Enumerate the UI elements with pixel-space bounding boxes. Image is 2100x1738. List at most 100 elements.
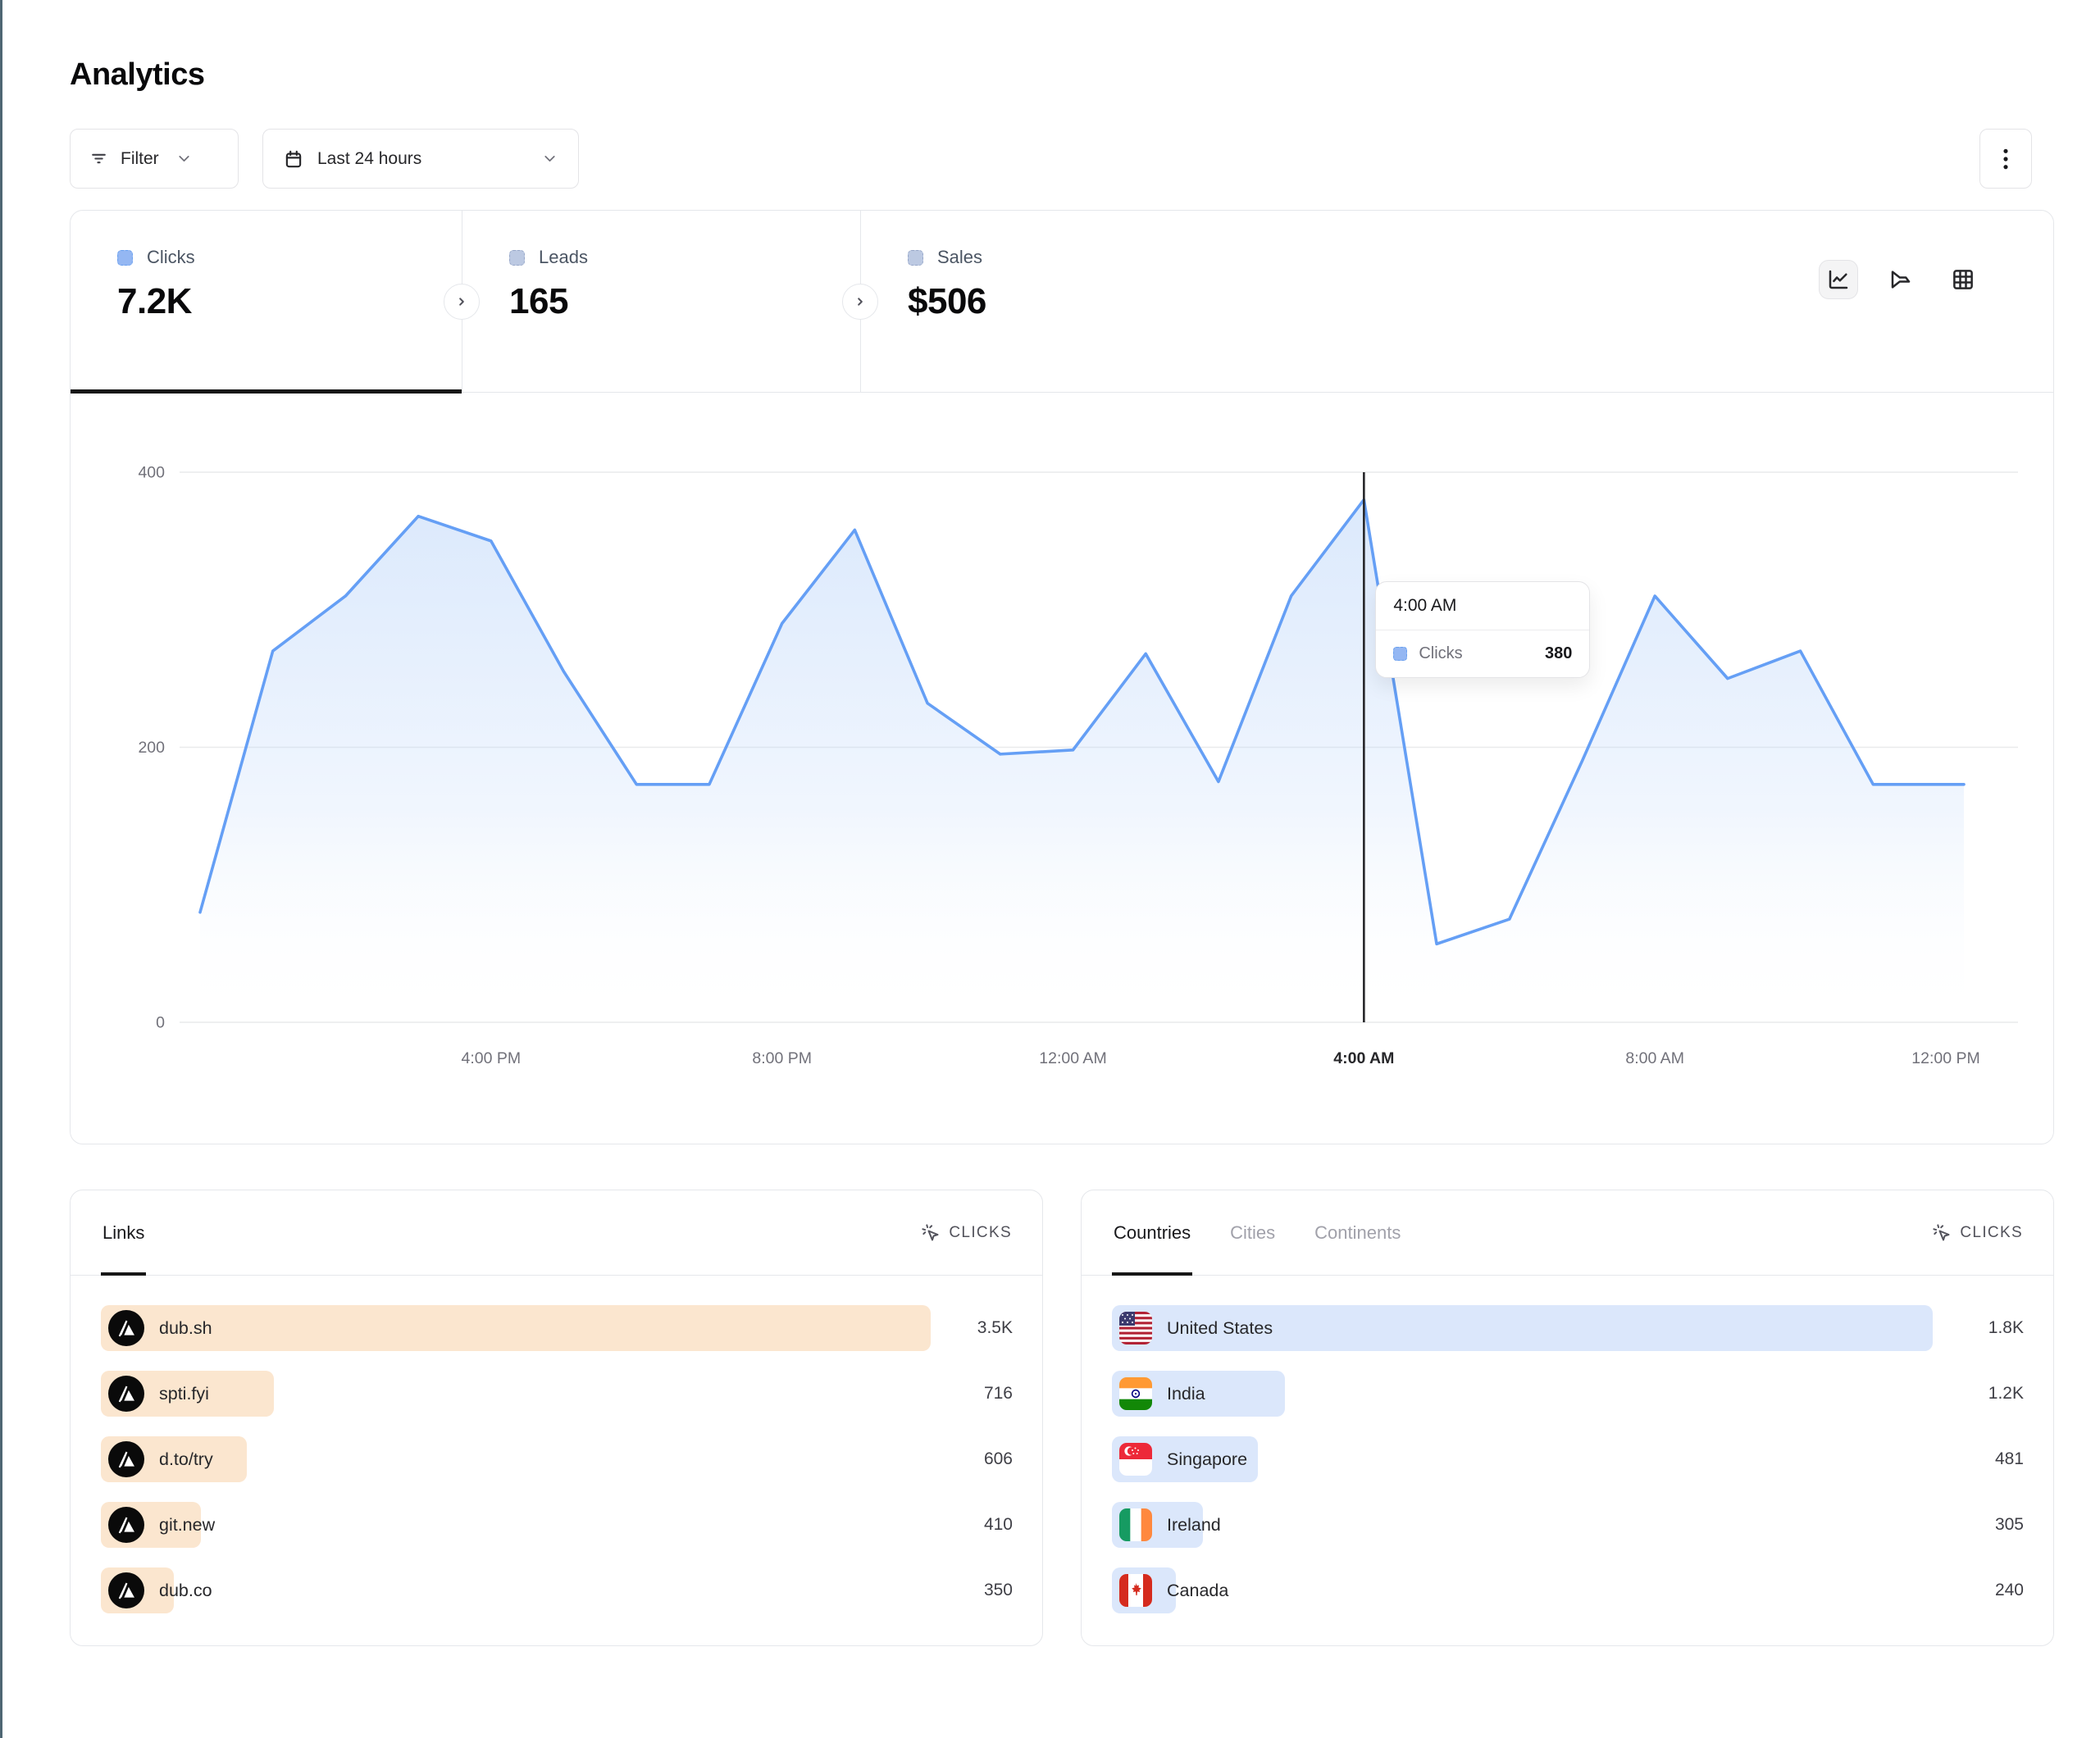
svg-text:4:00 AM: 4:00 AM [1333, 1049, 1394, 1067]
row-label: d.to/try [159, 1449, 213, 1470]
links-metric-header[interactable]: CLICKS [921, 1190, 1012, 1275]
leads-legend-swatch [509, 250, 525, 266]
svg-text:200: 200 [138, 739, 165, 757]
tab-sales[interactable]: Sales $506 [860, 211, 2053, 392]
country-row[interactable]: Singapore481 [1112, 1436, 2024, 1482]
window-edge-strip [0, 0, 2, 1738]
funnel-chart-icon [1888, 267, 1913, 292]
link-row[interactable]: dub.sh3.5K [101, 1305, 1013, 1351]
sales-legend-swatch [908, 250, 923, 266]
kebab-menu-icon [1995, 147, 2016, 171]
flag-us-icon [1119, 1312, 1152, 1344]
chart-tooltip: 4:00 AM Clicks 380 [1375, 581, 1590, 678]
countries-metric-header[interactable]: CLICKS [1932, 1190, 2023, 1275]
table-view-button[interactable] [1943, 260, 1983, 299]
row-count: 350 [984, 1581, 1013, 1600]
tab-links[interactable]: Links [101, 1190, 146, 1275]
links-list: dub.sh3.5K spti.fyi 716 d.to/try 606 git.new4… [71, 1276, 1042, 1613]
flag-ca-icon [1119, 1574, 1152, 1607]
dub-logo-icon [108, 1376, 144, 1412]
analytics-card: Clicks 7.2K Leads 165 Sales $506 [70, 210, 2054, 1144]
stat-label-sales: Sales [937, 247, 982, 268]
countries-list: United States1.8K India 1.2K Singapore481 Ir… [1082, 1276, 2053, 1613]
row-label: Singapore [1167, 1449, 1247, 1470]
svg-text:8:00 PM: 8:00 PM [752, 1049, 812, 1067]
countries-panel: Countries Cities Continents CLICKS Unite… [1081, 1190, 2054, 1646]
country-row[interactable]: India 1.2K [1112, 1371, 2024, 1417]
tab-continents[interactable]: Continents [1313, 1190, 1402, 1275]
flag-ie-icon [1119, 1508, 1152, 1541]
dub-logo-icon [108, 1441, 144, 1477]
tab-cities[interactable]: Cities [1228, 1190, 1277, 1275]
link-row[interactable]: spti.fyi 716 [101, 1371, 1013, 1417]
svg-text:8:00 AM: 8:00 AM [1625, 1049, 1684, 1067]
svg-text:4:00 PM: 4:00 PM [462, 1049, 522, 1067]
chevron-down-icon [541, 150, 558, 167]
analytics-page: Analytics Filter Last 24 hours [70, 0, 2054, 1646]
dub-logo-icon [108, 1310, 144, 1346]
stat-label-leads: Leads [539, 247, 588, 268]
links-metric-label: CLICKS [949, 1224, 1012, 1242]
tooltip-series-value: 380 [1545, 644, 1572, 663]
svg-text:0: 0 [156, 1014, 165, 1032]
link-row[interactable]: d.to/try 606 [101, 1436, 1013, 1482]
countries-panel-header: Countries Cities Continents CLICKS [1082, 1190, 2053, 1276]
links-panel-header: Links CLICKS [71, 1190, 1042, 1276]
tooltip-series-label: Clicks [1419, 644, 1462, 663]
line-chart-view-button[interactable] [1819, 260, 1858, 299]
flag-in-icon [1119, 1377, 1152, 1410]
tab-countries[interactable]: Countries [1112, 1190, 1192, 1275]
links-panel: Links CLICKS dub.sh3.5K spti.fyi 716 d.to/t… [70, 1190, 1043, 1646]
row-count: 1.2K [1988, 1384, 2024, 1404]
stat-value-clicks: 7.2K [117, 281, 462, 322]
stat-value-leads: 165 [509, 281, 860, 322]
country-row[interactable]: Ireland305 [1112, 1502, 2024, 1548]
cursor-click-icon [1932, 1223, 1952, 1243]
link-row[interactable]: git.new410 [101, 1502, 1013, 1548]
row-label: git.new [159, 1515, 215, 1536]
tooltip-time: 4:00 AM [1376, 582, 1589, 630]
line-chart-icon [1826, 267, 1851, 292]
countries-metric-label: CLICKS [1960, 1224, 2023, 1242]
stat-label-clicks: Clicks [147, 247, 195, 268]
country-row[interactable]: Canada 240 [1112, 1567, 2024, 1613]
row-count: 240 [1995, 1581, 2024, 1600]
date-range-button[interactable]: Last 24 hours [262, 129, 579, 189]
funnel-chart-view-button[interactable] [1881, 260, 1920, 299]
stats-tabs-row: Clicks 7.2K Leads 165 Sales $506 [71, 211, 2053, 393]
dub-logo-icon [108, 1507, 144, 1543]
link-row[interactable]: dub.co350 [101, 1567, 1013, 1613]
country-row[interactable]: United States1.8K [1112, 1305, 2024, 1351]
svg-text:12:00 AM: 12:00 AM [1039, 1049, 1106, 1067]
clicks-area-chart[interactable]: 02004004:00 PM8:00 PM12:00 AM4:00 AM8:00… [71, 393, 2054, 1144]
expand-leads-button[interactable] [444, 284, 480, 320]
date-range-label: Last 24 hours [317, 149, 421, 169]
tab-leads[interactable]: Leads 165 [462, 211, 860, 392]
table-grid-icon [1951, 267, 1975, 292]
row-label: Canada [1167, 1581, 1228, 1601]
row-count: 3.5K [977, 1318, 1013, 1338]
svg-text:12:00 PM: 12:00 PM [1911, 1049, 1979, 1067]
filter-button[interactable]: Filter [70, 129, 239, 189]
clicks-legend-swatch [117, 250, 133, 266]
row-label: spti.fyi [159, 1384, 209, 1404]
page-title: Analytics [70, 0, 2054, 93]
row-count: 606 [984, 1449, 1013, 1469]
more-options-button[interactable] [1979, 129, 2032, 189]
toolbar: Filter Last 24 hours [70, 129, 2054, 189]
expand-sales-button[interactable] [842, 284, 878, 320]
row-label: India [1167, 1384, 1205, 1404]
row-count: 305 [1995, 1515, 2024, 1535]
breakdown-panels: Links CLICKS dub.sh3.5K spti.fyi 716 d.to/t… [70, 1190, 2054, 1646]
chevron-right-icon [453, 293, 471, 311]
cursor-click-icon [921, 1223, 941, 1243]
row-count: 1.8K [1988, 1318, 2024, 1338]
filter-button-label: Filter [121, 149, 159, 169]
chevron-down-icon [175, 150, 193, 167]
tab-clicks[interactable]: Clicks 7.2K [71, 211, 462, 392]
dub-logo-icon [108, 1572, 144, 1608]
flag-sg-icon [1119, 1443, 1152, 1476]
value-bar [101, 1305, 931, 1351]
clicks-chart-region[interactable]: 02004004:00 PM8:00 PM12:00 AM4:00 AM8:00… [71, 393, 2053, 1144]
row-count: 716 [984, 1384, 1013, 1404]
